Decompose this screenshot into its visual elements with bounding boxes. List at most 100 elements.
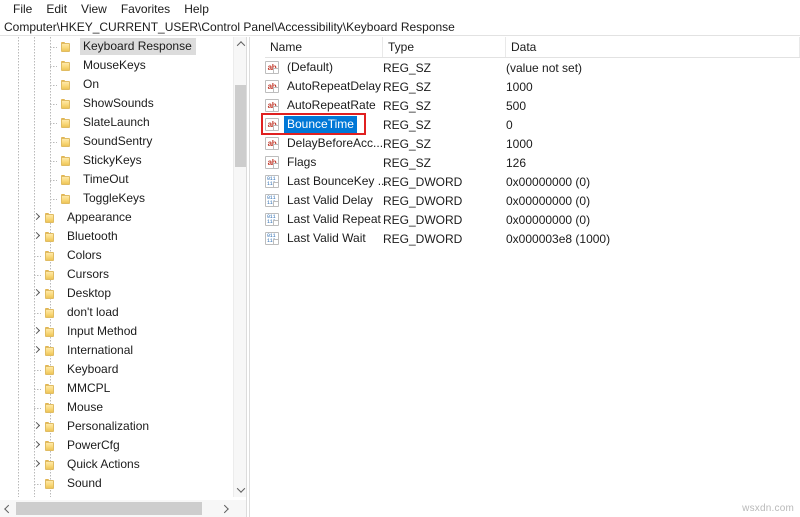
tree-node[interactable]: Colors [0,246,233,265]
value-type-cell: REG_SZ [383,117,432,132]
value-row[interactable]: 011 110 Last Valid Wait REG_DWORD 0x000003e8… [265,229,800,248]
value-row[interactable]: 011 110 Last Valid Delay REG_DWORD 0x0000000… [265,191,800,210]
tree-node[interactable]: Personalization [0,417,233,436]
tree-node[interactable]: On [0,75,233,94]
string-value-icon: ab [265,80,279,93]
tree-vscroll-thumb[interactable] [235,85,246,167]
tree-node[interactable]: Cursors [0,265,233,284]
tree-node[interactable]: Environment [0,493,233,497]
tree-node[interactable]: SlateLaunch [0,113,233,132]
value-row[interactable]: ab BounceTime REG_SZ 0 [265,115,800,134]
tree-node-label: Environment [48,494,122,497]
tree-node[interactable]: Appearance [0,208,233,227]
expand-chevron-icon[interactable] [30,208,44,227]
tree-node-label: MMCPL [67,381,111,395]
value-type-cell: REG_SZ [383,60,432,75]
string-value-icon: ab [265,118,279,131]
value-data-cell: 1000 [506,79,533,94]
value-name-cell: ab (Default) [265,58,336,77]
tree-node-list: Keyboard Response MouseKeys On ShowSounds Sl… [0,37,233,497]
pane-splitter[interactable] [246,37,250,517]
tree-node[interactable]: Input Method [0,322,233,341]
folder-icon [44,421,60,433]
string-value-icon: ab [265,61,279,74]
scroll-down-arrow[interactable] [234,483,246,497]
tree-scroll-viewport[interactable]: Keyboard Response MouseKeys On ShowSounds Sl… [0,37,233,497]
menu-item-file[interactable]: File [6,0,39,18]
folder-icon [44,288,60,300]
tree-vertical-scrollbar[interactable] [233,37,246,497]
expand-chevron-icon[interactable] [30,284,44,303]
value-row[interactable]: ab Flags REG_SZ 126 [265,153,800,172]
tree-node[interactable]: Bluetooth [0,227,233,246]
tree-node[interactable]: SoundSentry [0,132,233,151]
scroll-left-arrow[interactable] [0,500,14,517]
tree-node-label: Cursors [67,267,110,281]
value-row[interactable]: 011 110 Last Valid Repeat REG_DWORD 0x000000… [265,210,800,229]
scroll-right-arrow[interactable] [219,500,233,517]
value-name-cell: 011 110 Last BounceKey ... [265,172,391,191]
tree-node-spacer [46,170,60,189]
value-row[interactable]: ab AutoRepeatDelay REG_SZ 1000 [265,77,800,96]
value-row[interactable]: ab DelayBeforeAcc... REG_SZ 1000 [265,134,800,153]
column-header-type[interactable]: Type [383,37,506,57]
value-data-cell: 1000 [506,136,533,151]
expand-chevron-icon[interactable] [30,417,44,436]
folder-icon [60,98,76,110]
value-type-cell: REG_DWORD [383,231,463,246]
expand-chevron-icon[interactable] [30,227,44,246]
tree-node[interactable]: Mouse [0,398,233,417]
column-header-data[interactable]: Data [506,37,800,57]
tree-node[interactable]: Quick Actions [0,455,233,474]
tree-node[interactable]: TimeOut [0,170,233,189]
folder-icon [44,402,60,414]
value-row[interactable]: ab AutoRepeatRate REG_SZ 500 [265,96,800,115]
value-data-cell: 0x00000000 (0) [506,174,591,189]
tree-node-spacer [30,246,44,265]
tree-node-label: On [83,77,100,91]
tree-node[interactable]: Keyboard [0,360,233,379]
address-bar[interactable]: Computer\HKEY_CURRENT_USER\Control Panel… [0,18,800,36]
scroll-up-arrow[interactable] [234,37,246,51]
tree-node[interactable]: International [0,341,233,360]
tree-node[interactable]: ShowSounds [0,94,233,113]
expand-chevron-icon[interactable] [30,455,44,474]
tree-node[interactable]: MMCPL [0,379,233,398]
tree-node[interactable]: MouseKeys [0,56,233,75]
column-header-name[interactable]: Name [265,37,383,57]
registry-path-text: Computer\HKEY_CURRENT_USER\Control Panel… [4,19,455,34]
tree-node[interactable]: Keyboard Response [0,37,233,56]
tree-node[interactable]: Desktop [0,284,233,303]
tree-node-label: MouseKeys [83,58,146,72]
tree-node[interactable]: StickyKeys [0,151,233,170]
tree-node-spacer [46,132,60,151]
dword-value-icon: 011 110 [265,175,279,188]
tree-node[interactable]: don't load [0,303,233,322]
tree-node[interactable]: PowerCfg [0,436,233,455]
value-name-label: Last BounceKey ... [287,174,388,188]
tree-hscroll-thumb[interactable] [16,502,202,515]
folder-icon [44,307,60,319]
menu-item-favorites[interactable]: Favorites [114,0,177,18]
content-panes: Keyboard Response MouseKeys On ShowSounds Sl… [0,37,800,517]
tree-node-label: Colors [67,248,102,262]
value-type-cell: REG_DWORD [383,212,463,227]
folder-icon [44,383,60,395]
tree-node[interactable]: ToggleKeys [0,189,233,208]
menu-item-help[interactable]: Help [177,0,216,18]
tree-node[interactable]: Sound [0,474,233,493]
expand-chevron-icon[interactable] [30,341,44,360]
folder-icon [60,60,76,72]
menu-bar: File Edit View Favorites Help [0,0,800,18]
value-data-cell: (value not set) [506,60,583,75]
value-row[interactable]: 011 110 Last BounceKey ... REG_DWORD 0x00000… [265,172,800,191]
value-row[interactable]: ab (Default) REG_SZ (value not set) [265,58,800,77]
expand-chevron-icon[interactable] [30,322,44,341]
menu-item-edit[interactable]: Edit [39,0,74,18]
tree-horizontal-scrollbar[interactable] [0,500,246,517]
watermark: wsxdn.com [742,503,794,514]
dword-value-icon: 011 110 [265,213,279,226]
value-name-label: (Default) [287,60,334,74]
menu-item-view[interactable]: View [74,0,114,18]
expand-chevron-icon[interactable] [30,436,44,455]
